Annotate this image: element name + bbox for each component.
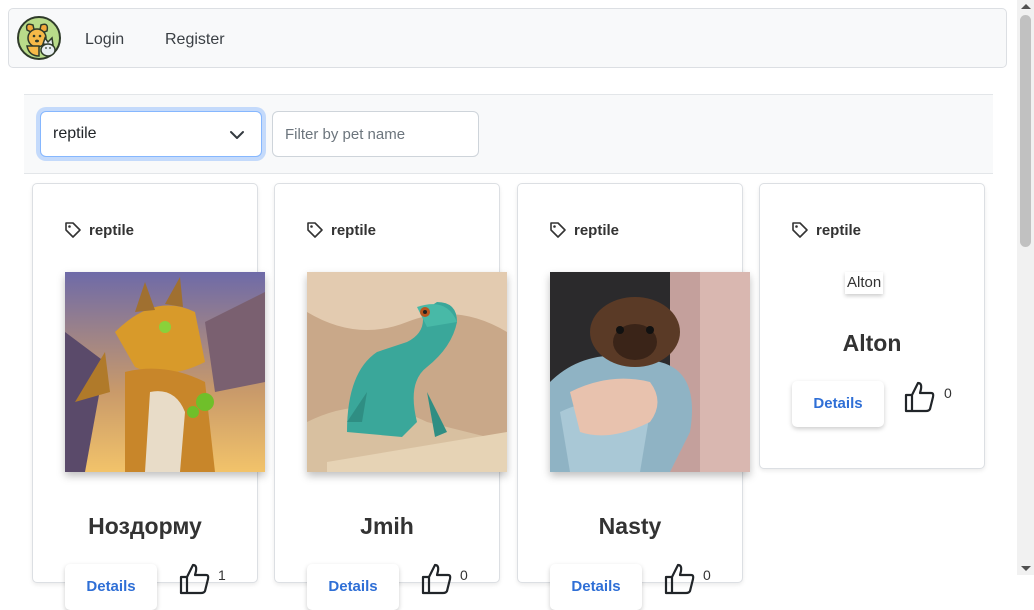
broken-image-alt-text: Alton [847,274,882,291]
pet-tag-label: reptile [331,221,377,239]
pet-name-filter-input[interactable] [272,111,479,157]
pet-card: reptile Alton Alton Details 0 [759,183,985,469]
chevron-down-icon [230,131,244,139]
pet-photo [307,272,507,472]
pet-tag: reptile [791,221,861,239]
pet-tag: reptile [64,221,134,239]
scroll-up-icon[interactable] [1021,4,1031,9]
thumbs-up-icon[interactable] [663,562,697,596]
like-count: 1 [218,567,226,583]
pet-card: reptile Nasty Details 0 [517,183,750,610]
thumbs-up-icon[interactable] [420,562,454,596]
register-link[interactable]: Register [165,31,225,49]
pet-tag-label: reptile [816,221,862,239]
scroll-down-icon[interactable] [1021,566,1031,571]
pet-card: reptile Ноздорму Details 1 [32,183,265,610]
filter-bar: reptile [24,94,993,174]
tag-icon [307,222,323,238]
pet-tag-label: reptile [89,221,135,239]
like-count: 0 [460,567,468,583]
tag-icon [550,222,566,238]
pet-name: Nasty [598,513,662,539]
thumbs-up-icon[interactable] [178,562,212,596]
pet-name: Alton [842,330,902,356]
details-button[interactable]: Details [65,564,157,610]
pet-name: Jmih [360,513,414,539]
like-count: 0 [944,385,952,401]
navbar: Login Register [8,8,1007,68]
login-link[interactable]: Login [85,31,124,49]
scrollbar-thumb[interactable] [1020,15,1031,247]
pet-tag-label: reptile [574,221,620,239]
pet-tag: reptile [549,221,619,239]
pet-name: Ноздорму [88,513,202,539]
pet-logo-icon[interactable] [17,16,61,60]
details-button[interactable]: Details [792,381,884,427]
pet-photo [550,272,750,472]
broken-image-placeholder: Alton [845,272,884,294]
thumbs-up-icon[interactable] [903,380,937,414]
category-select[interactable]: reptile [40,111,262,157]
pet-card: reptile Jmih Details 0 [274,183,507,610]
page-scrollbar[interactable] [1017,0,1034,575]
pet-photo [65,272,265,472]
tag-icon [65,222,81,238]
tag-icon [792,222,808,238]
category-select-value: reptile [53,125,97,142]
pet-tag: reptile [306,221,376,239]
like-count: 0 [703,567,711,583]
details-button[interactable]: Details [307,564,399,610]
details-button[interactable]: Details [550,564,642,610]
